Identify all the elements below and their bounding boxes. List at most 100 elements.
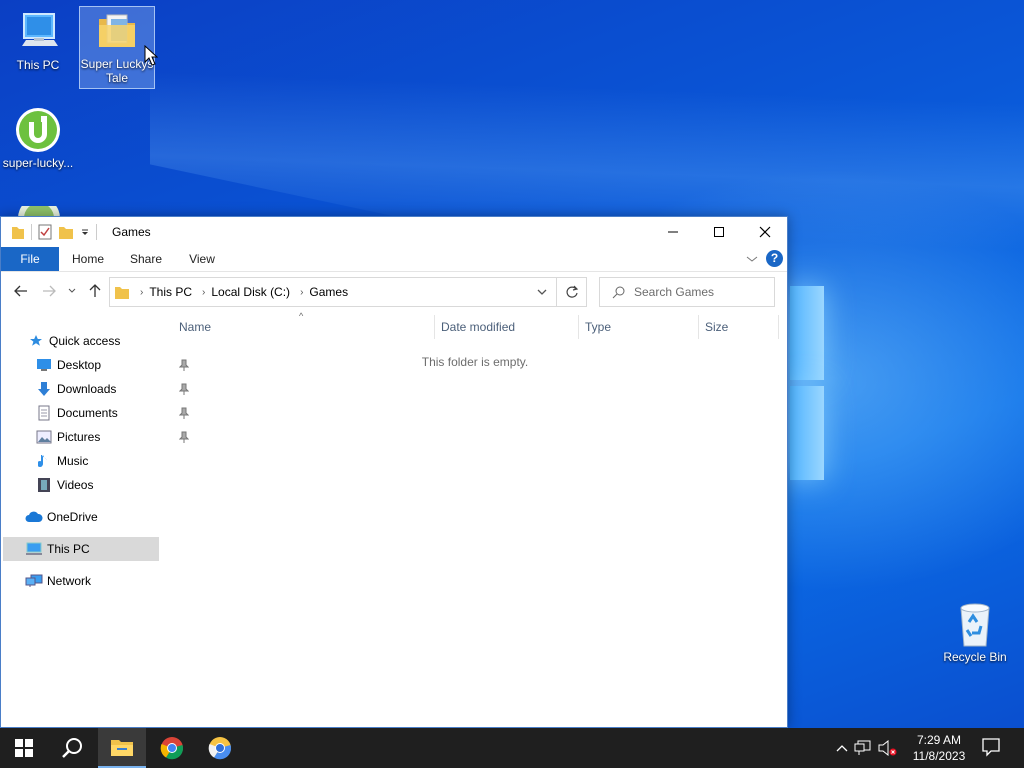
new-folder-icon[interactable] [58,224,74,240]
start-button[interactable] [0,728,48,768]
file-explorer-icon [111,740,133,756]
system-tray [836,728,898,768]
chevron-down-icon [68,288,76,293]
breadcrumb-local-disk[interactable]: Local Disk (C:) [211,285,290,299]
tab-home[interactable]: Home [63,247,113,271]
refresh-button[interactable] [557,277,587,307]
nav-item-label: Music [57,454,89,468]
download-arrow-icon [35,381,53,397]
maximize-button[interactable] [696,217,742,247]
nav-item-videos[interactable]: Videos [35,473,159,497]
desktop-icon-this-pc[interactable]: This PC [0,8,76,72]
tab-view[interactable]: View [179,247,225,271]
up-button[interactable] [85,281,105,301]
address-bar[interactable]: › This PC › Local Disk (C:) › Games [109,277,557,307]
taskbar-file-explorer[interactable] [98,728,146,768]
start-icon [15,739,33,757]
customize-toolbar-dropdown-icon[interactable] [80,227,90,237]
nav-item-label: This PC [47,542,90,556]
volume-muted-icon[interactable] [878,740,898,756]
nav-item-label: Network [47,574,92,588]
help-icon[interactable]: ? [766,250,783,267]
nav-item-network[interactable]: Network [25,569,159,593]
breadcrumb-chevron-icon[interactable]: › [140,287,143,298]
refresh-icon [565,285,578,298]
music-note-icon [35,453,53,469]
taskbar-clock[interactable]: 7:29 AM 11/8/2023 [904,732,974,764]
file-list-area[interactable]: ^ Name Date modified Type Size This fold… [161,311,787,727]
network-icon[interactable] [854,740,872,756]
back-button[interactable] [11,281,31,301]
breadcrumb-chevron-icon[interactable]: › [202,287,205,298]
folder-icon [99,14,135,47]
nav-item-label: Desktop [57,358,102,372]
search-icon [612,286,625,299]
tab-file[interactable]: File [1,247,59,271]
taskbar-chromium[interactable] [196,728,244,768]
column-header-date-modified[interactable]: Date modified [435,315,577,339]
desktop-icon-utorrent[interactable]: super-lucky... [0,106,76,170]
nav-item-label: Videos [57,478,94,492]
toolbar-separator [31,224,32,240]
breadcrumb-games[interactable]: Games [309,285,348,299]
chrome-icon [160,737,184,760]
action-center-icon[interactable] [980,736,1002,758]
properties-checkmark-icon[interactable] [38,224,52,240]
show-hidden-icons-chevron-icon[interactable] [836,743,848,753]
clock-time: 7:29 AM [916,733,962,747]
quick-access-toolbar [11,224,97,240]
arrow-up-icon [89,284,101,297]
column-header-name[interactable]: Name [173,315,433,339]
empty-folder-message: This folder is empty. [421,355,529,369]
mouse-cursor-icon [144,45,158,66]
ribbon-tab-bar: File Home Share View ? [1,247,787,272]
title-bar[interactable]: Games [1,217,787,247]
nav-item-onedrive[interactable]: OneDrive [25,505,159,529]
network-icon [25,573,43,589]
tab-share[interactable]: Share [119,247,173,271]
window-title: Games [112,225,151,239]
nav-item-label: Downloads [57,382,117,396]
star-icon [27,333,45,349]
search-box[interactable] [599,277,775,307]
nav-item-music[interactable]: Music [35,449,159,473]
minimize-button[interactable] [650,217,696,247]
close-icon [759,226,771,238]
cloud-icon [25,509,43,525]
nav-item-quick-access[interactable]: Quick access [27,329,159,353]
arrow-left-icon [14,285,27,297]
column-header-size[interactable]: Size [699,315,777,339]
column-header-type[interactable]: Type [579,315,697,339]
minimize-icon [668,231,678,233]
close-button[interactable] [742,217,788,247]
search-input[interactable] [634,285,764,299]
expand-ribbon-chevron-icon[interactable] [746,254,758,264]
file-explorer-window[interactable]: Games File Home Share View ? › This PC ›… [0,216,788,728]
taskbar-chrome[interactable] [148,728,196,768]
breadcrumb-this-pc[interactable]: This PC [149,285,192,299]
nav-item-this-pc[interactable]: This PC [3,537,159,561]
nav-item-desktop[interactable]: Desktop [35,353,189,377]
nav-item-downloads[interactable]: Downloads [35,377,189,401]
logo-pane-top [790,286,824,380]
nav-item-label: Pictures [57,430,101,444]
nav-item-label: OneDrive [47,510,98,524]
folder-icon[interactable] [11,224,25,240]
utorrent-icon [16,108,60,152]
column-divider[interactable] [778,315,779,339]
breadcrumb-chevron-icon[interactable]: › [300,287,303,298]
nav-item-label: Quick access [49,334,121,348]
forward-button[interactable] [39,281,59,301]
nav-item-label: Documents [57,406,118,420]
taskbar-search-button[interactable] [48,728,96,768]
pictures-icon [35,429,53,445]
chevron-down-icon[interactable] [536,286,548,298]
recent-locations-button[interactable] [65,281,79,301]
taskbar: 7:29 AM 11/8/2023 [0,728,1024,768]
arrow-right-icon [43,285,56,297]
logo-pane-bottom [790,386,824,480]
video-film-icon [35,477,53,493]
nav-item-pictures[interactable]: Pictures [35,425,189,449]
nav-item-documents[interactable]: Documents [35,401,189,425]
desktop-icon-recycle-bin[interactable]: Recycle Bin [937,602,1013,664]
